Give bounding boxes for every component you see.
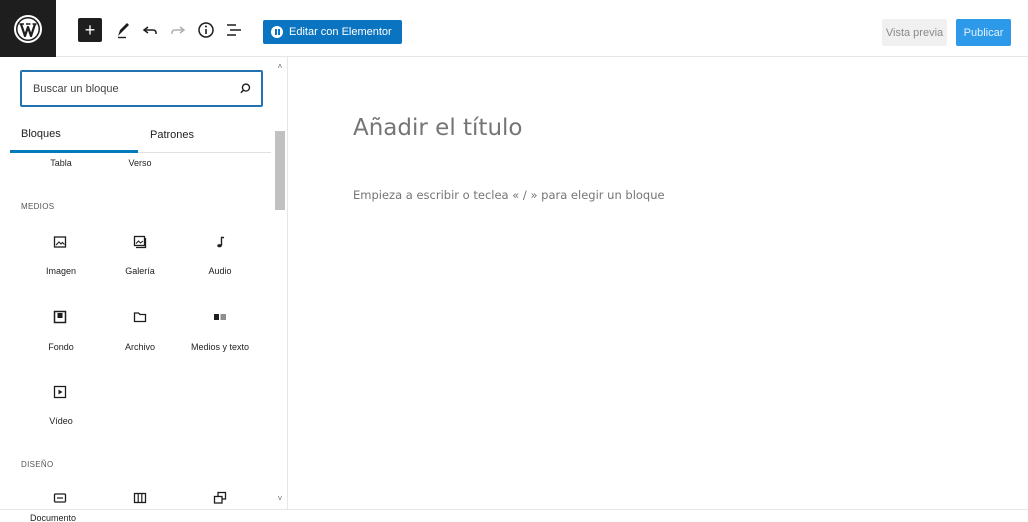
- redo-button[interactable]: [166, 18, 190, 42]
- audio-icon[interactable]: [211, 233, 229, 251]
- tools-button[interactable]: [112, 18, 136, 42]
- tab-blocks[interactable]: Bloques: [10, 117, 138, 153]
- columns-icon[interactable]: [131, 489, 149, 507]
- scrollbar-thumb[interactable]: [275, 131, 285, 210]
- image-icon[interactable]: [51, 233, 69, 251]
- wordpress-logo-button[interactable]: [0, 0, 56, 57]
- block-item-table-label[interactable]: Tabla: [20, 158, 102, 168]
- editor-header: + Editar con Elementor Vista previa Publ…: [0, 0, 1028, 57]
- scroll-up-arrow-icon[interactable]: ˄: [276, 63, 284, 71]
- block-search: [20, 70, 263, 107]
- publish-button[interactable]: Publicar: [956, 19, 1011, 46]
- block-item-verse-label[interactable]: Verso: [99, 158, 181, 168]
- default-block-appender[interactable]: Empieza a escribir o teclea « / » para e…: [353, 188, 665, 202]
- undo-icon: [142, 26, 157, 34]
- wordpress-icon: [14, 14, 42, 43]
- inserter-scrollbar[interactable]: ˄ ˅: [272, 57, 287, 509]
- group-icon[interactable]: [211, 489, 229, 507]
- list-view-button[interactable]: [222, 18, 246, 42]
- search-icon[interactable]: [238, 82, 252, 96]
- gallery-icon[interactable]: [131, 233, 149, 251]
- breadcrumb-document[interactable]: Documento: [30, 513, 76, 522]
- elementor-icon: [271, 26, 283, 38]
- block-item-gallery-label[interactable]: Galería: [99, 266, 181, 276]
- block-item-image-label[interactable]: Imagen: [20, 266, 102, 276]
- details-button[interactable]: [194, 18, 218, 42]
- block-item-file-label[interactable]: Archivo: [99, 342, 181, 352]
- info-icon: [198, 22, 214, 38]
- cover-icon[interactable]: [51, 308, 69, 326]
- pencil-icon: [118, 23, 129, 39]
- file-icon[interactable]: [131, 308, 149, 326]
- editor-footer: [0, 509, 1028, 522]
- category-title-design: DISEÑO: [21, 460, 54, 469]
- edit-with-elementor-label: Editar con Elementor: [289, 26, 392, 38]
- preview-button[interactable]: Vista previa: [882, 19, 947, 46]
- video-icon[interactable]: [51, 383, 69, 401]
- category-title-media: MEDIOS: [21, 202, 55, 211]
- media-text-icon[interactable]: [211, 308, 229, 326]
- list-view-icon: [227, 24, 241, 36]
- add-block-button[interactable]: +: [78, 18, 102, 42]
- document-icon[interactable]: [51, 489, 69, 507]
- tab-patterns[interactable]: Patrones: [150, 117, 250, 153]
- block-item-audio-label[interactable]: Audio: [179, 266, 261, 276]
- post-title-field[interactable]: Añadir el título: [353, 115, 522, 141]
- block-search-input[interactable]: [33, 82, 238, 95]
- block-item-video-label[interactable]: Vídeo: [20, 416, 102, 426]
- editor-canvas: Añadir el título Empieza a escribir o te…: [289, 57, 1028, 509]
- edit-with-elementor-button[interactable]: Editar con Elementor: [263, 20, 402, 44]
- inserter-tabs: Bloques Patrones: [10, 117, 271, 153]
- scroll-down-arrow-icon[interactable]: ˅: [276, 495, 284, 503]
- block-inserter-panel: Bloques Patrones Tabla Verso MEDIOS Imag…: [0, 57, 288, 509]
- block-item-cover-label[interactable]: Fondo: [20, 342, 102, 352]
- plus-icon: +: [84, 20, 96, 40]
- undo-button[interactable]: [138, 18, 162, 42]
- redo-icon: [171, 26, 186, 34]
- block-item-media-text-label[interactable]: Medios y texto: [179, 342, 261, 352]
